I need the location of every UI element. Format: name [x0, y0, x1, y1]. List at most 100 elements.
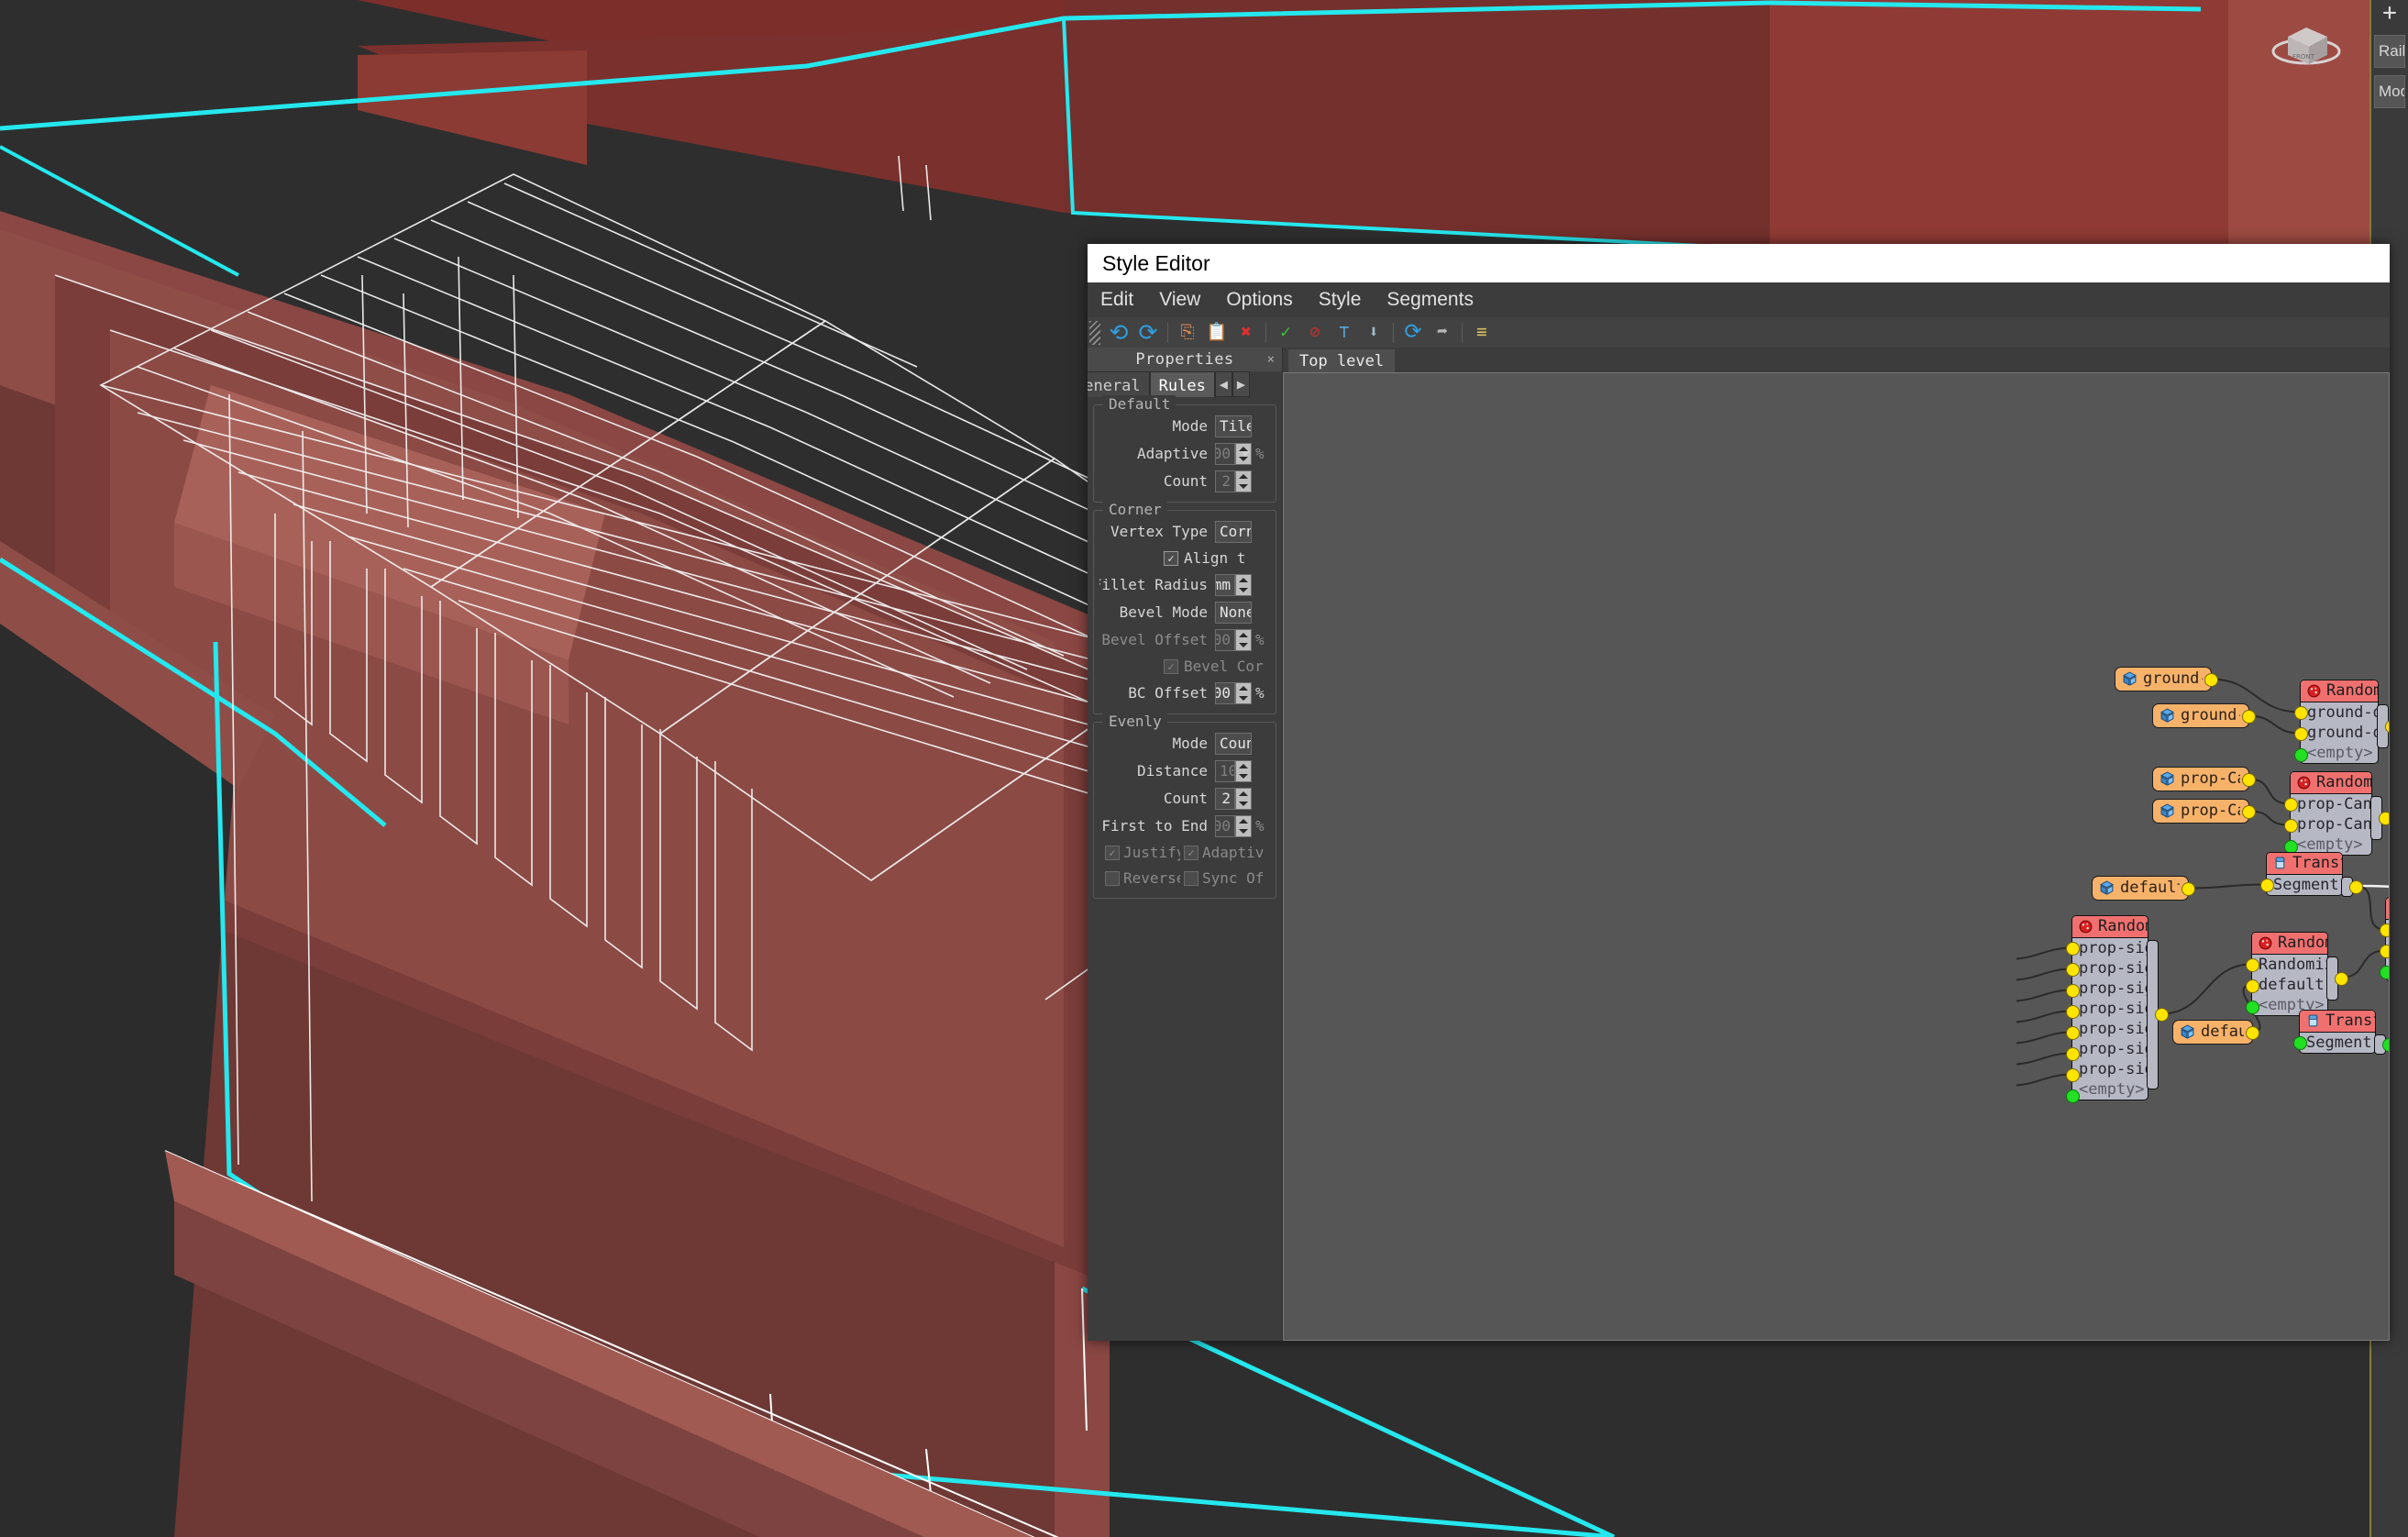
port-in[interactable] — [2284, 798, 2298, 812]
port-out[interactable] — [2349, 879, 2363, 894]
stepper-bc-offset[interactable] — [1235, 681, 1252, 704]
redo-icon[interactable]: ⟳ — [1134, 320, 1162, 346]
field-default-count[interactable]: Count 2 — [1099, 469, 1270, 493]
node-slot[interactable]: <empty> — [2072, 1079, 2148, 1100]
properties-tabs[interactable]: General Rules ◀ ▶ — [1088, 371, 1282, 397]
graph-tabstrip[interactable]: Top level — [1283, 348, 2390, 372]
port-in[interactable] — [2284, 819, 2298, 833]
node-slot[interactable]: ground-defau — [2301, 723, 2378, 743]
pill-body[interactable]: ground-defa — [2152, 703, 2249, 728]
field-first-to-end[interactable]: First to End 80.00 % — [1099, 813, 1270, 838]
stepper-evenly-distance[interactable] — [1235, 759, 1252, 782]
node-header[interactable]: Randomize — [2291, 772, 2371, 794]
mod-button[interactable]: Mod — [2374, 75, 2405, 108]
node-box[interactable]: Randomizeprop-sign-2prop-sign-5prop-sign… — [2071, 915, 2148, 1100]
chevron-down-icon[interactable] — [1241, 450, 1250, 457]
port-out[interactable] — [2385, 719, 2389, 734]
port-in[interactable] — [2380, 923, 2389, 937]
input-vertex-type[interactable]: Corner o — [1215, 520, 1252, 543]
refresh-icon[interactable]: ⟳ — [1399, 320, 1427, 346]
pill-body[interactable]: prop-Canopy — [2152, 799, 2249, 824]
port-out[interactable] — [2335, 971, 2348, 986]
node-box[interactable]: Randomize ground-defau ground-defau <empty> — [2300, 680, 2379, 764]
node-trn_mid[interactable]: Transform Segment — [2260, 852, 2363, 897]
field-evenly-mode[interactable]: Mode Count — [1099, 731, 1270, 756]
port-in[interactable] — [2380, 966, 2389, 979]
export-icon[interactable]: ➦ — [1429, 320, 1456, 346]
input-evenly-mode[interactable]: Count — [1215, 732, 1252, 755]
field-bevel-offset[interactable]: Bevel Offset 0.00 % — [1099, 627, 1270, 652]
field-evenly-distance[interactable]: Distance 1000.0mm — [1099, 758, 1270, 783]
port-out[interactable] — [2182, 882, 2195, 896]
field-evenly-count[interactable]: Count 2 — [1099, 786, 1270, 811]
menu-bar[interactable]: Edit View Options Style Segments — [1088, 282, 2390, 317]
node-header[interactable]: Randomize — [2072, 916, 2148, 938]
node-rnd_signs[interactable]: Randomizeprop-sign-2prop-sign-5prop-sign… — [2066, 915, 2169, 1103]
undo-icon[interactable]: ⟲ — [1105, 320, 1132, 346]
port-out[interactable] — [2155, 1008, 2169, 1022]
port-out[interactable] — [2382, 1037, 2389, 1052]
port-in[interactable] — [2246, 958, 2259, 972]
node-slot[interactable]: <empty> — [2301, 743, 2378, 763]
input-first-to-end[interactable]: 80.00 — [1215, 814, 1235, 837]
node-trn_free[interactable]: Transform Segment — [2293, 1010, 2389, 1055]
field-fillet-radius[interactable]: Fillet Radius 0.0mm — [1099, 572, 1270, 597]
node-slot[interactable]: prop-Canopy — [2291, 794, 2371, 814]
checkbox-bevel-corner-row[interactable]: ✓ Bevel Cor — [1099, 655, 1270, 678]
add-button[interactable]: + — [2371, 0, 2408, 28]
node-propcan1[interactable]: prop-Canopy — [2152, 767, 2256, 791]
node-slot[interactable]: prop-sign-3 — [2072, 979, 2148, 999]
pill-body[interactable]: ground-defa — [2115, 667, 2212, 691]
input-default-count[interactable]: 2 — [1215, 470, 1235, 492]
input-bevel-mode[interactable]: None — [1215, 601, 1252, 624]
node-slot[interactable]: prop-sign-7 — [2072, 1039, 2148, 1059]
port-in[interactable] — [2260, 879, 2274, 892]
port-in[interactable] — [2380, 945, 2389, 958]
checkbox-adaptive[interactable]: ✓ — [1184, 845, 1198, 860]
cancel-icon[interactable]: ⊘ — [1301, 320, 1329, 346]
port-in[interactable] — [2246, 1001, 2259, 1014]
stepper-fillet-radius[interactable] — [1235, 573, 1252, 596]
toolbar[interactable]: ⟲ ⟳ ⎘ 📋 ✖ ✓ ⊘ ⊤ ⬇ ⟳ ➦ ≡ — [1088, 317, 2390, 348]
port-in[interactable] — [2294, 748, 2308, 762]
node-slot[interactable]: Segment — [2267, 875, 2342, 895]
node-header[interactable]: Compose — [2386, 898, 2389, 920]
node-slot[interactable]: Randomize — [2252, 955, 2327, 975]
node-slot[interactable]: prop-Canopy — [2291, 814, 2371, 835]
node-header[interactable]: Randomize — [2252, 933, 2327, 955]
node-cmp_bot[interactable]: ComposeTransformRandomize<empty> — [2380, 897, 2389, 981]
pill-body[interactable]: Spline — [2389, 632, 2390, 657]
input-evenly-distance[interactable]: 1000.0mm — [1215, 759, 1235, 782]
node-grounddef1[interactable]: ground-defa — [2115, 667, 2218, 691]
port-out[interactable] — [2204, 673, 2218, 687]
node-header[interactable]: Transform — [2267, 853, 2342, 875]
node-slot[interactable]: prop-sign-8 — [2072, 1059, 2148, 1079]
port-in[interactable] — [2066, 1068, 2080, 1082]
tab-next-arrow[interactable]: ▶ — [1232, 371, 1250, 397]
port-out[interactable] — [2242, 773, 2256, 787]
node-grounddef2[interactable]: ground-defa — [2152, 703, 2256, 728]
checkbox-justify[interactable]: ✓ — [1105, 845, 1120, 860]
input-bevel-offset[interactable]: 0.00 — [1215, 628, 1235, 651]
checkbox-reverse[interactable] — [1105, 870, 1120, 886]
collapse-icon[interactable]: ⊤ — [1331, 320, 1358, 346]
node-box[interactable]: RandomizeRandomizedefault<empty> — [2251, 932, 2328, 1016]
node-rnd_ground[interactable]: Randomize ground-defau ground-defau <empty> — [2294, 680, 2389, 764]
port-out[interactable] — [2246, 1026, 2259, 1040]
field-vertex-type[interactable]: Vertex Type Corner o — [1099, 519, 1270, 544]
node-rnd_def[interactable]: RandomizeRandomizedefault<empty> — [2246, 932, 2348, 1016]
checkbox-align[interactable]: ✓ — [1164, 550, 1178, 566]
node-spline[interactable]: Spline — [2389, 632, 2390, 657]
node-slot[interactable]: Segment — [2300, 1033, 2375, 1053]
input-default-adaptive[interactable]: 50.00 — [1215, 442, 1235, 465]
node-header[interactable]: Transform — [2300, 1011, 2375, 1033]
checkbox-row-justify[interactable]: ✓ Justify ✓ Adaptiv — [1099, 841, 1270, 864]
pill-body[interactable]: prop-Canopy — [2152, 767, 2249, 791]
port-out[interactable] — [2242, 805, 2256, 819]
checkbox-align-row[interactable]: ✓ Align t — [1099, 547, 1270, 569]
expand-icon[interactable]: ⬇ — [1360, 320, 1387, 346]
node-slot[interactable]: prop-sign-6 — [2072, 1019, 2148, 1039]
checkbox-sync-offset[interactable] — [1184, 870, 1198, 886]
node-slot[interactable]: prop-sign-5 — [2072, 958, 2148, 979]
port-in[interactable] — [2066, 984, 2080, 998]
